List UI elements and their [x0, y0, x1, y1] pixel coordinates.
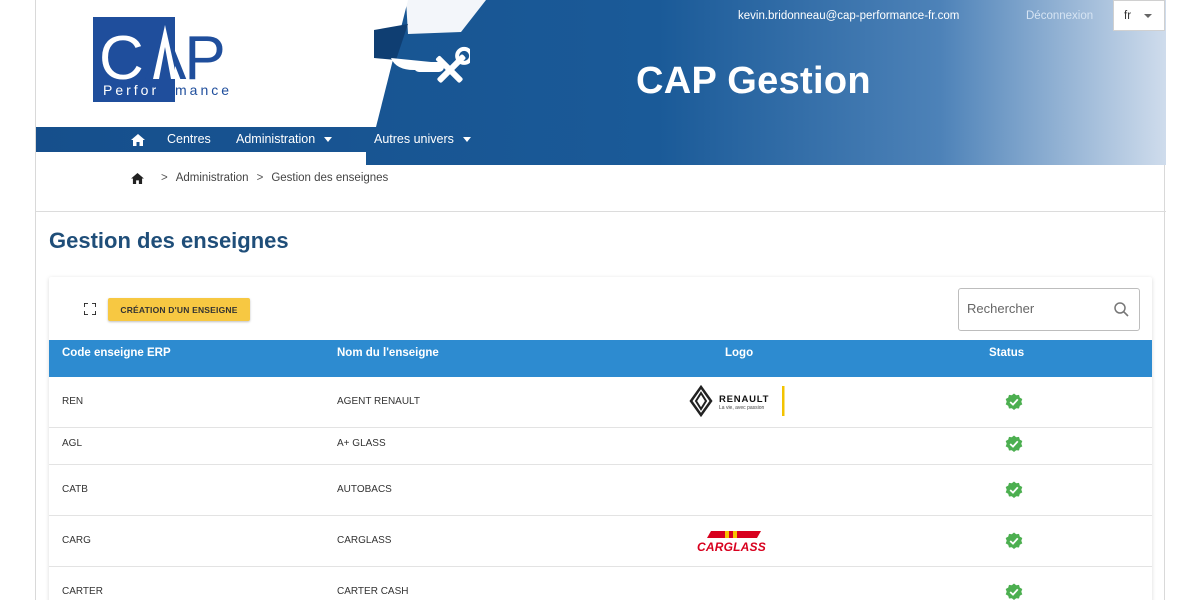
app-title: CAP Gestion: [636, 60, 871, 102]
home-icon[interactable]: [131, 172, 144, 184]
cell-name: CARTER CASH: [337, 586, 409, 597]
chevron-down-icon: [1144, 14, 1152, 18]
home-icon[interactable]: [131, 134, 145, 146]
column-header-code[interactable]: Code enseigne ERP: [62, 347, 171, 359]
table-row[interactable]: CARTER CARTER CASH: [49, 567, 1152, 600]
site-header: C AP Perfor mance CAP Gestion kevin.brid…: [36, 0, 1166, 165]
enseignes-table: Code enseigne ERP Nom du l'enseigne Logo…: [49, 340, 1152, 600]
status-active-icon: [1005, 532, 1023, 549]
renault-logo-tagline: La vie, avec passion: [719, 405, 765, 411]
search-field: [958, 288, 1140, 331]
breadcrumb-separator: >: [161, 172, 168, 184]
table-row[interactable]: CATB AUTOBACS: [49, 465, 1152, 516]
status-active-icon: [1005, 435, 1023, 452]
cap-performance-logo[interactable]: C AP Perfor mance: [93, 17, 253, 102]
language-value: fr: [1124, 10, 1132, 22]
renault-logo-text: RENAULT: [719, 394, 770, 405]
status-active-icon: [1005, 583, 1023, 600]
divider: [36, 211, 1166, 212]
status-active-icon: [1005, 393, 1023, 410]
status-active-icon: [1005, 481, 1023, 498]
renault-logo: RENAULT La vie, avec passion: [689, 384, 789, 418]
column-header-logo[interactable]: Logo: [725, 347, 753, 359]
enseignes-card: CRÉATION D'UN ENSEIGNE Code enseigne ERP…: [49, 277, 1152, 600]
cell-name: AGENT RENAULT: [337, 396, 420, 407]
fullscreen-icon[interactable]: [84, 303, 96, 315]
breadcrumb-item-administration[interactable]: Administration: [176, 172, 249, 184]
cell-name: CARGLASS: [337, 535, 392, 546]
column-header-nom[interactable]: Nom du l'enseigne: [337, 347, 439, 359]
cell-code: CATB: [62, 484, 88, 495]
nav-item-autres-univers[interactable]: Autres univers: [374, 132, 471, 146]
language-select[interactable]: fr: [1113, 0, 1165, 31]
carglass-logo-text: CARGLASS: [697, 540, 766, 554]
breadcrumb-item-current: Gestion des enseignes: [271, 172, 389, 184]
nav-item-label: Autres univers: [374, 132, 454, 146]
column-header-status[interactable]: Status: [989, 347, 1024, 359]
breadcrumb: > Administration > Gestion des enseignes: [131, 172, 388, 184]
cell-code: AGL: [62, 438, 83, 449]
cell-name: A+ GLASS: [337, 438, 386, 449]
app-frame: C AP Perfor mance CAP Gestion kevin.brid…: [35, 0, 1166, 600]
breadcrumb-separator: >: [256, 172, 264, 184]
cell-code: CARG: [62, 535, 91, 546]
carglass-logo: CARGLASS: [695, 529, 779, 555]
page-title: Gestion des enseignes: [49, 228, 289, 253]
search-input[interactable]: [967, 301, 1107, 316]
user-email: kevin.bridonneau@cap-performance-fr.com: [738, 10, 960, 22]
tools-icon: [414, 46, 470, 83]
table-header: Code enseigne ERP Nom du l'enseigne Logo…: [49, 340, 1152, 377]
caret-down-icon: [462, 137, 471, 143]
create-enseigne-button[interactable]: CRÉATION D'UN ENSEIGNE: [108, 298, 250, 321]
search-icon[interactable]: [1114, 302, 1129, 317]
table-row[interactable]: AGL A+ GLASS: [49, 428, 1152, 465]
cell-code: REN: [62, 396, 84, 407]
logout-link[interactable]: Déconnexion: [1026, 10, 1093, 22]
nav-item-label: Administration: [236, 132, 316, 146]
cell-name: AUTOBACS: [337, 484, 392, 495]
caret-down-icon: [324, 137, 333, 143]
nav-item-centres[interactable]: Centres: [167, 132, 211, 146]
cell-code: CARTER: [62, 586, 103, 597]
table-row[interactable]: REN AGENT RENAULT RENAULT La vie, avec p…: [49, 377, 1152, 428]
table-row[interactable]: CARG CARGLASS CARGLASS: [49, 516, 1152, 567]
svg-text:Perfor: Perfor: [103, 82, 159, 98]
svg-text:mance: mance: [175, 82, 232, 98]
nav-item-administration[interactable]: Administration: [236, 132, 333, 146]
nav-item-label: Centres: [167, 132, 211, 146]
